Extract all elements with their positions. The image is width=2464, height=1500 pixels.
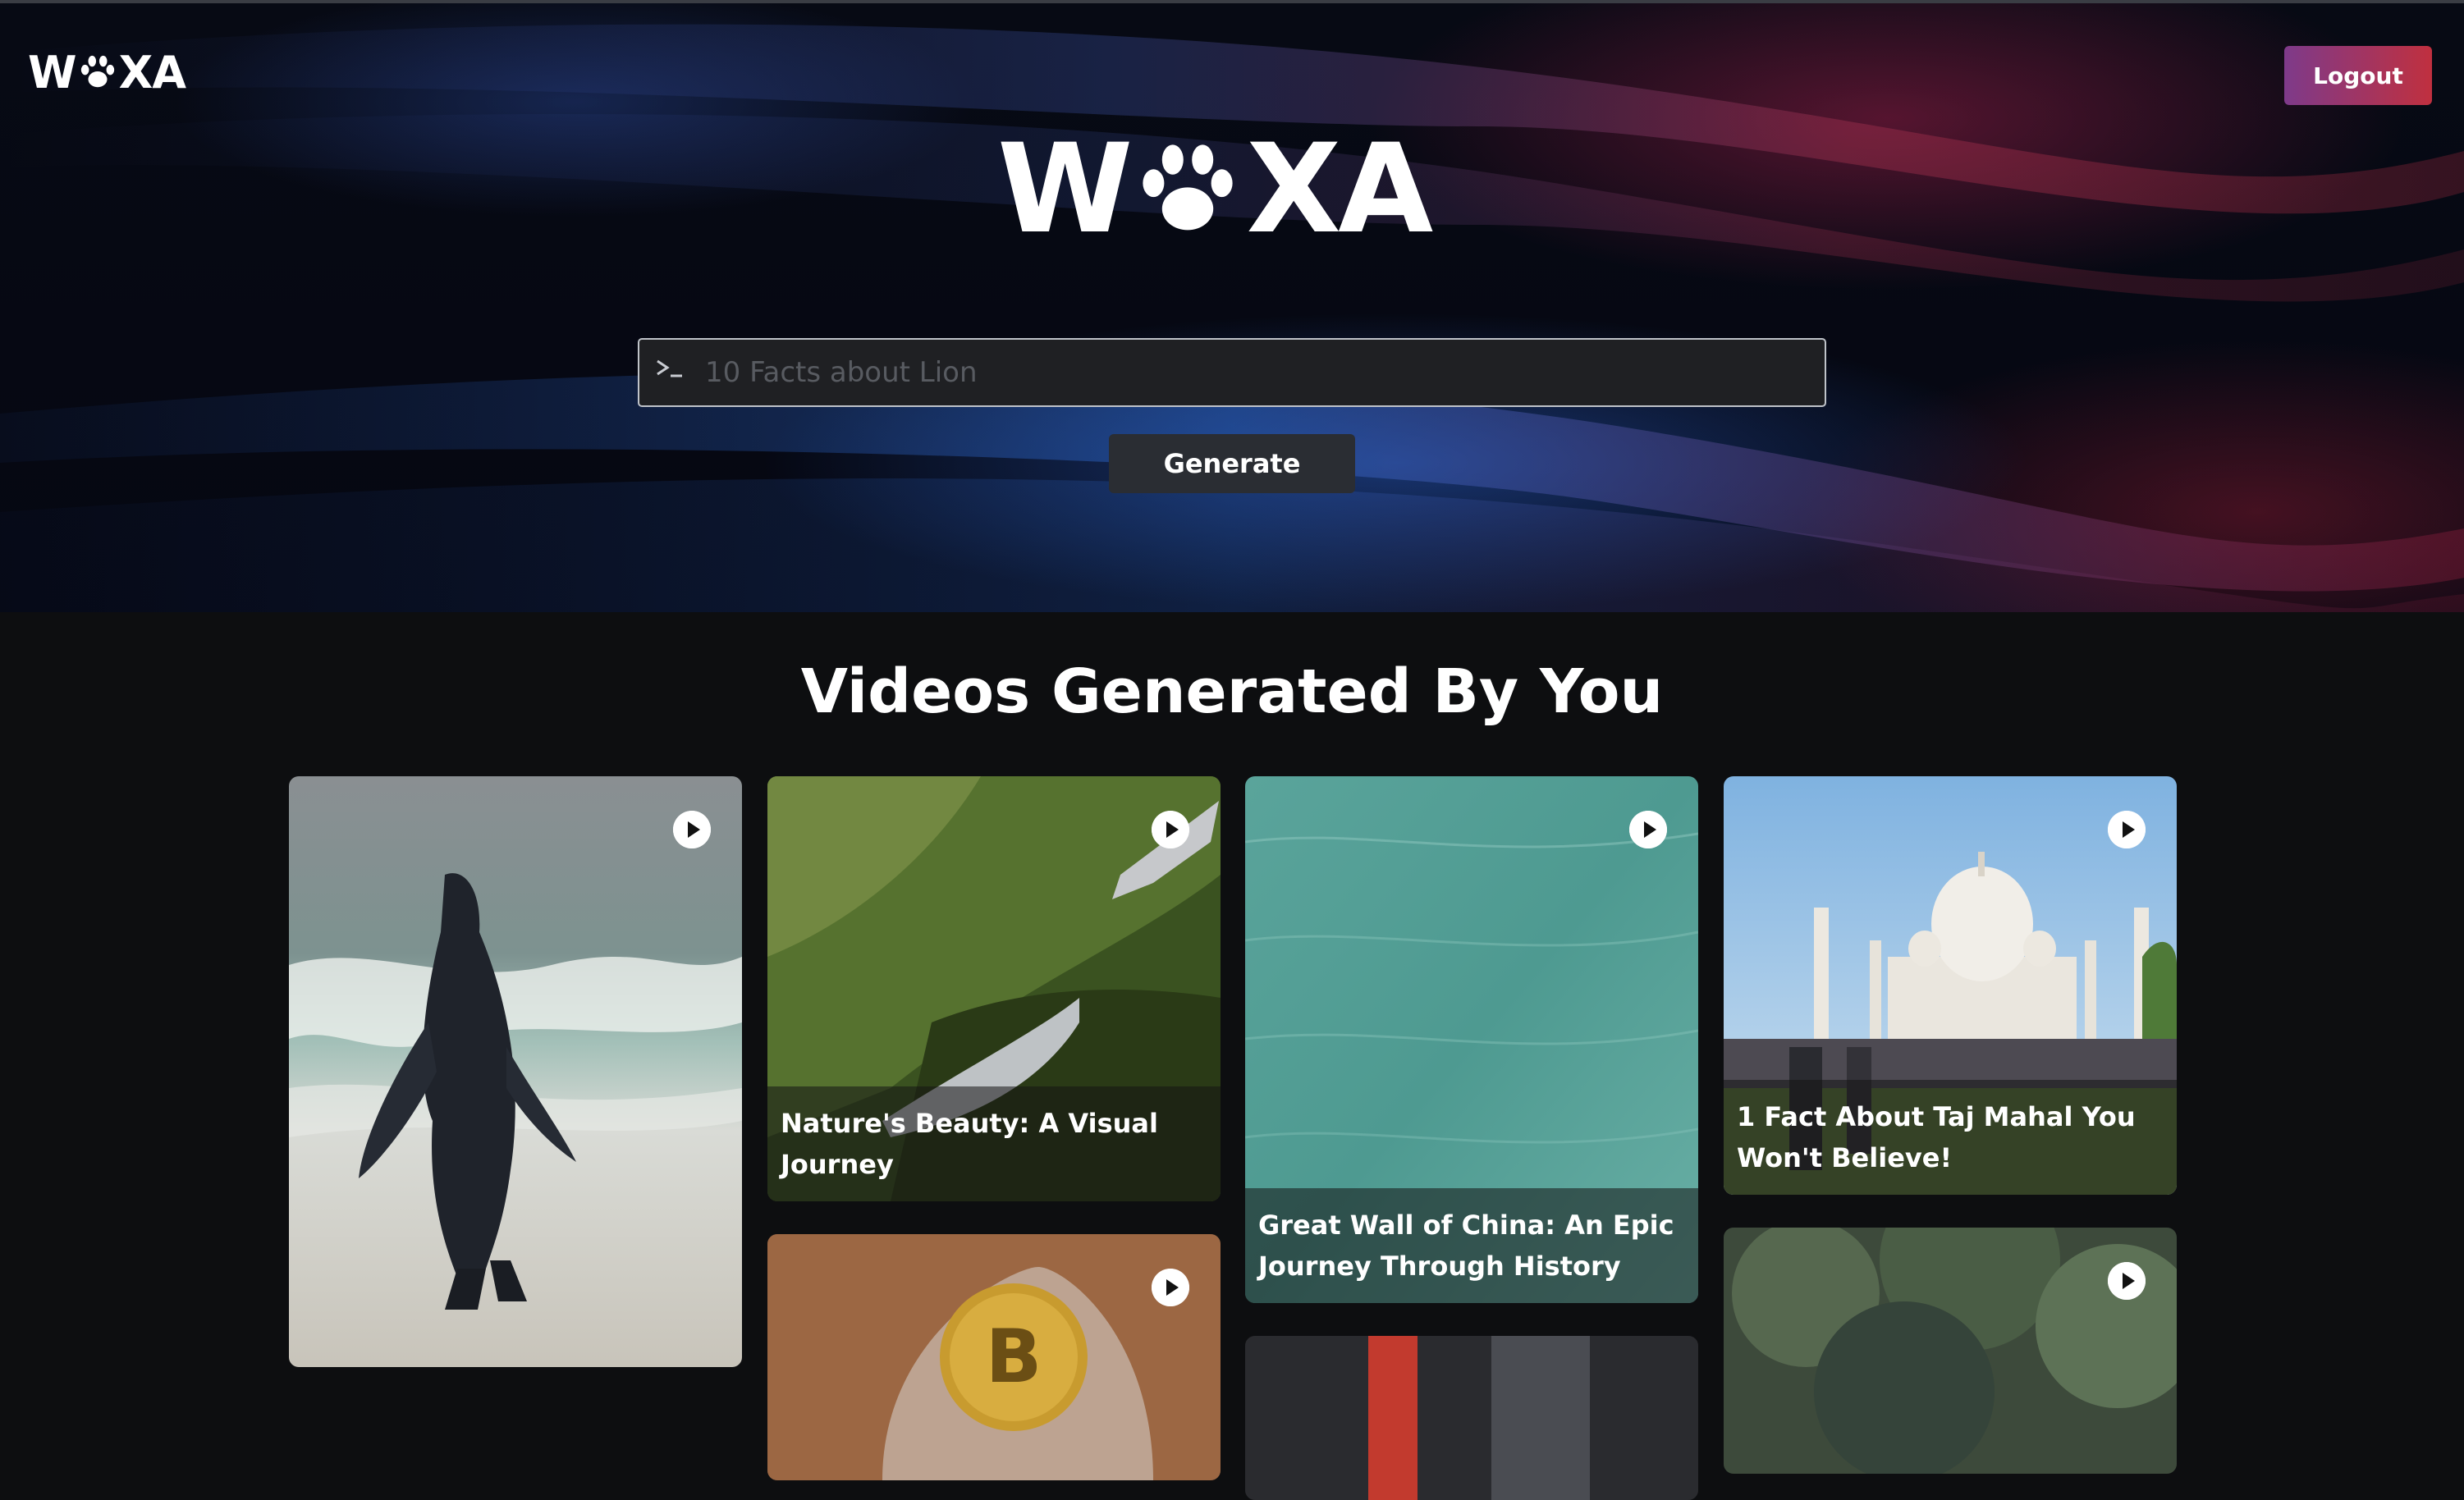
paw-icon	[80, 55, 114, 88]
video-card[interactable]: B	[767, 1234, 1221, 1480]
video-card[interactable]	[1245, 1336, 1698, 1500]
brand-logo-large: W XA	[997, 118, 1433, 261]
brand-letter-w: W	[997, 118, 1133, 261]
play-icon	[1152, 811, 1189, 848]
brand-letters-xa: XA	[1246, 118, 1433, 261]
generate-button[interactable]: Generate	[1109, 434, 1355, 493]
section-title: Videos Generated By You	[800, 656, 1664, 727]
brand-letter-w: W	[28, 46, 77, 98]
hero-wave-background	[0, 24, 2464, 612]
play-button[interactable]	[673, 811, 711, 848]
video-title: 1 Fact About Taj Mahal You Won't Believe…	[1724, 1080, 2177, 1195]
video-thumbnail	[289, 776, 742, 1367]
play-button[interactable]	[1152, 1269, 1189, 1306]
video-card[interactable]: Nature's Beauty: A Visual Journey	[767, 776, 1221, 1201]
video-card[interactable]	[1724, 1228, 2177, 1474]
prompt-input[interactable]	[705, 340, 1805, 405]
play-button[interactable]	[1152, 811, 1189, 848]
video-title: Nature's Beauty: A Visual Journey	[767, 1086, 1221, 1201]
brand-letters-xa: XA	[118, 46, 186, 98]
hero-banner: W XA Logout W XA Generate	[0, 3, 2464, 612]
play-icon	[2108, 1262, 2146, 1300]
video-card[interactable]: Great Wall of China: An Epic Journey Thr…	[1245, 776, 1698, 1303]
play-icon	[1629, 811, 1667, 848]
video-card[interactable]	[289, 776, 742, 1367]
play-button[interactable]	[2108, 1262, 2146, 1300]
play-icon	[2108, 811, 2146, 848]
play-icon	[673, 811, 711, 848]
play-icon	[1152, 1269, 1189, 1306]
brand-logo-small[interactable]: W XA	[28, 46, 186, 98]
svg-text:B: B	[986, 1314, 1042, 1400]
logout-button[interactable]: Logout	[2284, 46, 2432, 105]
video-card[interactable]: 1 Fact About Taj Mahal You Won't Believe…	[1724, 776, 2177, 1195]
paw-icon	[1143, 144, 1234, 231]
video-thumbnail	[1245, 1336, 1698, 1500]
play-button[interactable]	[2108, 811, 2146, 848]
prompt-input-container[interactable]	[638, 338, 1826, 407]
terminal-prompt-icon	[657, 359, 682, 377]
play-button[interactable]	[1629, 811, 1667, 848]
video-title: Great Wall of China: An Epic Journey Thr…	[1245, 1188, 1698, 1303]
